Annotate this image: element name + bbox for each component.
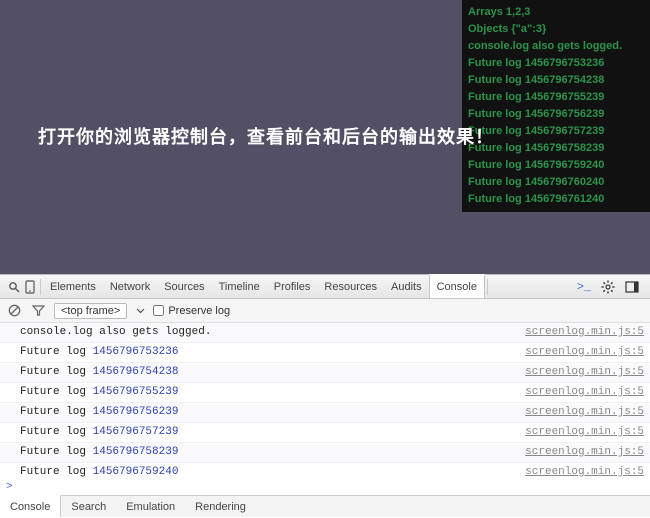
frame-label: <top frame> [61, 305, 120, 317]
log-message: Future log 1456796757239 [20, 425, 178, 440]
tab-profiles[interactable]: Profiles [267, 275, 318, 299]
log-source-link[interactable]: screenlog.min.js:5 [525, 385, 644, 400]
log-message: Future log 1456796753236 [20, 345, 178, 360]
log-row: Future log 1456796754238 screenlog.min.js… [0, 363, 650, 383]
log-source-link[interactable]: screenlog.min.js:5 [525, 405, 644, 420]
preserve-log-label: Preserve log [168, 305, 230, 317]
log-row: Future log 1456796757239 screenlog.min.js… [0, 423, 650, 443]
tab-audits[interactable]: Audits [384, 275, 429, 299]
log-message: Future log 1456796758239 [20, 445, 178, 460]
drawer-tab-emulation[interactable]: Emulation [116, 496, 185, 518]
log-source-link[interactable]: screenlog.min.js:5 [525, 365, 644, 380]
filter-icon[interactable] [30, 303, 46, 319]
log-row: Future log 1456796759240 screenlog.min.js… [0, 463, 650, 479]
overlay-line: Future log 1456796753236 [468, 55, 644, 72]
log-source-link[interactable]: screenlog.min.js:5 [525, 425, 644, 440]
toolbar-separator [40, 279, 41, 295]
overlay-line: Future log 1456796758239 [468, 140, 644, 157]
overlay-line: Objects {"a":3} [468, 21, 644, 38]
device-icon[interactable] [22, 279, 38, 295]
tab-elements[interactable]: Elements [43, 275, 103, 299]
log-row: Future log 1456796753236 screenlog.min.js… [0, 343, 650, 363]
log-row: Future log 1456796756239 screenlog.min.js… [0, 403, 650, 423]
tab-console[interactable]: Console [429, 274, 485, 298]
devtools-toolbar: ElementsNetworkSourcesTimelineProfilesRe… [0, 275, 650, 299]
log-row: Future log 1456796755239 screenlog.min.js… [0, 383, 650, 403]
log-source-link[interactable]: screenlog.min.js:5 [525, 345, 644, 360]
overlay-line: Future log 1456796755239 [468, 89, 644, 106]
preserve-log-toggle[interactable]: Preserve log [153, 305, 230, 317]
overlay-line: Future log 1456796760240 [468, 174, 644, 191]
overlay-line: Future log 1456796759240 [468, 157, 644, 174]
console-prompt-icon[interactable]: >_ [576, 279, 592, 295]
console-logs[interactable]: console.log also gets logged. screenlog.m… [0, 323, 650, 479]
preserve-log-checkbox[interactable] [153, 305, 164, 316]
dock-icon[interactable] [624, 279, 640, 295]
console-filter-bar: <top frame> Preserve log [0, 299, 650, 323]
drawer-tab-search[interactable]: Search [61, 496, 116, 518]
overlay-line: console.log also gets logged. [468, 38, 644, 55]
frame-selector[interactable]: <top frame> [54, 303, 127, 319]
drawer-tabs: ConsoleSearchEmulationRendering [0, 495, 650, 517]
overlay-line: Arrays 1,2,3 [468, 4, 644, 21]
screenlog-overlay: Arrays 1,2,3Objects {"a":3}console.log a… [462, 0, 650, 212]
gear-icon[interactable] [600, 279, 616, 295]
chevron-down-icon[interactable] [135, 303, 145, 319]
page-area: Arrays 1,2,3Objects {"a":3}console.log a… [0, 0, 650, 274]
overlay-line: Future log 1456796756239 [468, 106, 644, 123]
drawer-tab-console[interactable]: Console [0, 495, 61, 517]
hero-text: 打开你的浏览器控制台，查看前台和后台的输出效果！ [38, 123, 494, 149]
log-row: console.log also gets logged. screenlog.m… [0, 323, 650, 343]
devtools-panel: ElementsNetworkSourcesTimelineProfilesRe… [0, 274, 650, 517]
overlay-line: Future log 1456796761240 [468, 191, 644, 208]
log-row: Future log 1456796758239 screenlog.min.js… [0, 443, 650, 463]
overlay-line: Future log 1456796754238 [468, 72, 644, 89]
tab-network[interactable]: Network [103, 275, 157, 299]
search-icon[interactable] [6, 279, 22, 295]
log-message: Future log 1456796756239 [20, 405, 178, 420]
log-message: Future log 1456796754238 [20, 365, 178, 380]
log-source-link[interactable]: screenlog.min.js:5 [525, 465, 644, 479]
clear-icon[interactable] [6, 303, 22, 319]
console-input-prompt[interactable]: > [0, 479, 650, 495]
toolbar-separator [487, 279, 488, 295]
log-message: Future log 1456796759240 [20, 465, 178, 479]
drawer-tab-rendering[interactable]: Rendering [185, 496, 256, 518]
log-source-link[interactable]: screenlog.min.js:5 [525, 445, 644, 460]
log-message: Future log 1456796755239 [20, 385, 178, 400]
tab-resources[interactable]: Resources [317, 275, 384, 299]
log-source-link[interactable]: screenlog.min.js:5 [525, 325, 644, 340]
overlay-line: Future log 1456796757239 [468, 123, 644, 140]
tab-sources[interactable]: Sources [157, 275, 211, 299]
log-message: console.log also gets logged. [20, 325, 211, 340]
tab-timeline[interactable]: Timeline [212, 275, 267, 299]
